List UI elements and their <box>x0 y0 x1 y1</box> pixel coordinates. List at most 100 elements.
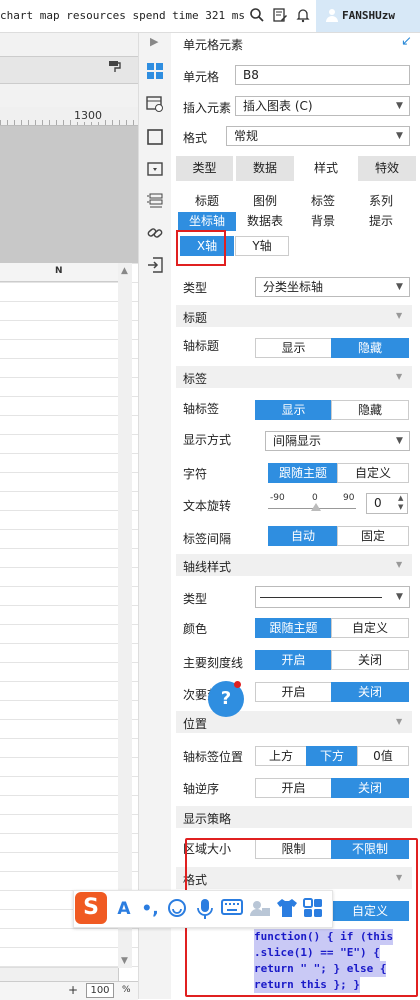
tab-type[interactable]: 类型 <box>176 156 233 181</box>
axis-title-show[interactable]: 显示 <box>255 338 332 358</box>
subtab-background[interactable]: 背景 <box>294 212 352 231</box>
major-tick-label: 主要刻度线 <box>183 656 244 670</box>
axis-label-show[interactable]: 显示 <box>255 400 332 420</box>
user-name[interactable]: FANSHUzw <box>342 9 395 22</box>
minor-tick-off[interactable]: 关闭 <box>331 682 409 702</box>
label-interval-label: 标签间隔 <box>183 532 232 546</box>
y-axis-tab[interactable]: Y轴 <box>235 236 289 256</box>
zoom-in-button[interactable]: + <box>68 983 78 997</box>
tab-data[interactable]: 数据 <box>236 156 294 181</box>
section-title[interactable] <box>176 305 412 327</box>
section-label-label: 标签 <box>183 372 208 386</box>
color-follow-theme[interactable]: 跟随主题 <box>255 618 332 638</box>
color-custom[interactable]: 自定义 <box>331 618 409 638</box>
rotate-tick-max: 90 <box>343 493 355 503</box>
user-icon <box>326 8 338 22</box>
chevron-down-icon[interactable]: ▼ <box>396 131 403 141</box>
axis-label-label: 轴标签 <box>183 402 220 416</box>
condition-icon[interactable] <box>146 192 164 210</box>
horizontal-scrollbar[interactable] <box>0 967 118 982</box>
axis-pos-zero[interactable]: 0值 <box>357 746 409 766</box>
highlight-box <box>176 230 226 266</box>
subtab-series[interactable]: 系列 <box>352 192 410 211</box>
axis-type-select[interactable]: 分类坐标轴 <box>255 277 410 297</box>
axis-pos-bottom[interactable]: 下方 <box>306 746 358 766</box>
column-label: N <box>55 266 63 276</box>
insert-element-select[interactable]: 插入图表 (C) <box>235 96 410 116</box>
subtab-label[interactable]: 标签 <box>294 192 352 211</box>
bell-icon[interactable] <box>294 7 312 25</box>
keyboard-icon[interactable] <box>221 898 243 920</box>
axis-pos-top[interactable]: 上方 <box>255 746 307 766</box>
pin-arrow-icon[interactable]: ↙ <box>401 34 412 49</box>
chevron-down-icon[interactable]: ▼ <box>396 436 403 446</box>
caret-down-icon[interactable]: ▼ <box>396 717 402 726</box>
zoom-input[interactable]: 100 <box>86 983 114 998</box>
status-message: chart map resources spend time 321 ms <box>0 9 246 22</box>
reverse-off[interactable]: 关闭 <box>331 778 409 798</box>
insert-element-label: 插入元素 <box>183 101 232 115</box>
chevron-down-icon[interactable]: ▼ <box>396 592 403 602</box>
search-icon[interactable] <box>248 7 266 25</box>
section-display-strategy-label: 显示策略 <box>183 812 232 826</box>
char-follow-theme[interactable]: 跟随主题 <box>268 463 338 483</box>
caret-down-icon[interactable]: ▼ <box>396 372 402 381</box>
rotate-tick-zero: 0 <box>312 493 318 503</box>
widget-icon[interactable] <box>146 160 164 178</box>
cell-attribute-icon[interactable] <box>146 95 164 113</box>
chevron-down-icon[interactable]: ▼ <box>396 101 403 111</box>
font-icon[interactable]: A <box>113 898 135 920</box>
minor-tick-on[interactable]: 开启 <box>255 682 332 702</box>
format-select[interactable]: 常规 <box>226 126 410 146</box>
subtab-axis[interactable]: 坐标轴 <box>178 212 236 231</box>
vertical-scrollbar[interactable] <box>118 263 132 968</box>
import-icon[interactable] <box>146 256 164 274</box>
char-label: 字符 <box>183 467 208 481</box>
char-custom[interactable]: 自定义 <box>337 463 409 483</box>
border-icon[interactable] <box>146 128 164 146</box>
chevron-down-icon[interactable]: ▼ <box>396 282 403 292</box>
notification-dot <box>234 681 241 688</box>
caret-down-icon[interactable]: ▼ <box>396 560 402 569</box>
tab-style[interactable]: 样式 <box>297 156 355 181</box>
format-label: 格式 <box>183 131 208 145</box>
mic-icon[interactable] <box>194 898 216 920</box>
tab-effect[interactable]: 特效 <box>358 156 416 181</box>
reverse-on[interactable]: 开启 <box>255 778 332 798</box>
subtab-title[interactable]: 标题 <box>178 192 236 211</box>
subtab-datasheet[interactable]: 数据表 <box>236 212 294 231</box>
interval-auto[interactable]: 自动 <box>268 526 338 546</box>
user-card-icon[interactable] <box>249 898 271 920</box>
scroll-up-icon[interactable]: ▲ <box>121 266 128 276</box>
cell-label: 单元格 <box>183 70 220 84</box>
subtab-legend[interactable]: 图例 <box>236 192 294 211</box>
collapse-arrow-icon[interactable]: ▶ <box>150 35 158 48</box>
grid-icon[interactable] <box>302 898 324 920</box>
ruler <box>0 107 138 126</box>
subtab-tooltip[interactable]: 提示 <box>352 212 410 231</box>
zoom-unit: % <box>122 985 131 995</box>
edit-icon[interactable] <box>271 7 289 25</box>
axis-label-hide[interactable]: 隐藏 <box>331 400 409 420</box>
emoji-icon[interactable] <box>166 898 188 920</box>
color-label: 颜色 <box>183 622 208 636</box>
major-tick-on[interactable]: 开启 <box>255 650 332 670</box>
ime-logo-icon[interactable]: S <box>75 892 107 924</box>
axis-title-hide[interactable]: 隐藏 <box>331 338 409 358</box>
section-label[interactable] <box>176 366 412 388</box>
major-tick-off[interactable]: 关闭 <box>331 650 409 670</box>
panel-title: 单元格元素 <box>183 38 244 52</box>
cell-element-icon[interactable] <box>146 62 164 80</box>
interval-fixed[interactable]: 固定 <box>337 526 409 546</box>
rotate-slider-handle[interactable] <box>311 503 321 511</box>
link-icon[interactable] <box>146 224 164 242</box>
stepper-icon[interactable]: ▲ ▼ <box>398 494 403 512</box>
caret-down-icon[interactable]: ▼ <box>396 311 402 320</box>
format-painter-icon[interactable] <box>108 60 122 78</box>
scroll-down-icon[interactable]: ▼ <box>121 956 128 966</box>
punctuation-icon[interactable]: •, <box>139 898 161 920</box>
cell-input[interactable]: B8 <box>235 65 410 85</box>
display-mode-select[interactable]: 间隔显示 <box>265 431 410 451</box>
section-position[interactable] <box>176 711 412 733</box>
skin-icon[interactable] <box>276 898 298 920</box>
